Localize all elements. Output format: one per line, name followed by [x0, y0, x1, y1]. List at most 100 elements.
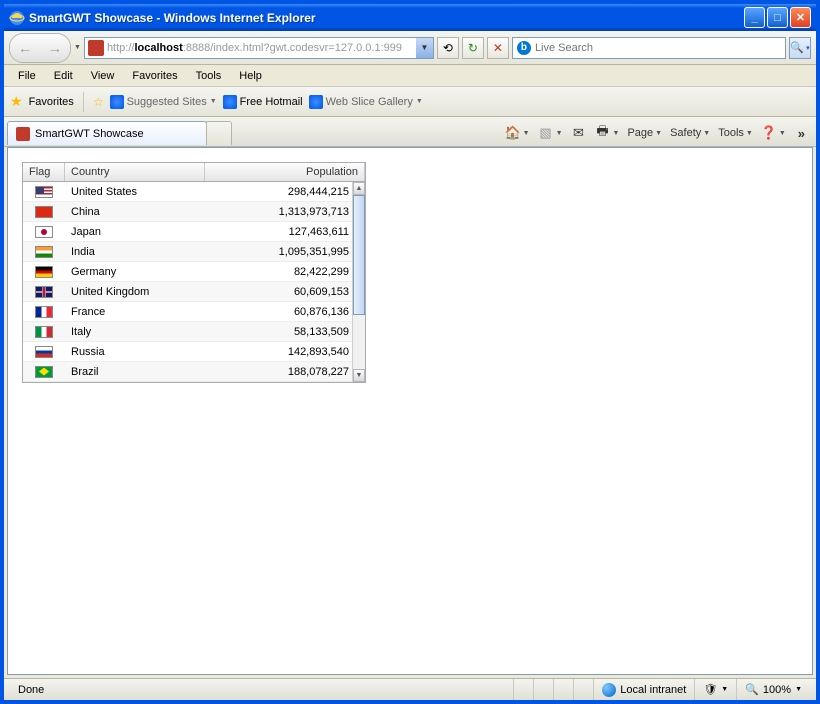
suggested-sites-link[interactable]: Suggested Sites ▼ — [110, 95, 217, 109]
flag-icon — [35, 186, 53, 198]
feeds-button[interactable]: ▧▼ — [538, 125, 563, 141]
table-row[interactable]: United Kingdom60,609,153 — [23, 282, 365, 302]
tools-menu[interactable]: Tools ▼ — [718, 127, 753, 139]
stop-button[interactable]: ✕ — [487, 37, 509, 59]
menu-tools[interactable]: Tools — [188, 68, 230, 84]
cell-population: 58,133,509 — [205, 326, 365, 338]
menu-view[interactable]: View — [83, 68, 123, 84]
cell-population: 60,876,136 — [205, 306, 365, 318]
ie-icon — [9, 10, 25, 26]
menubar: File Edit View Favorites Tools Help — [4, 65, 816, 87]
flag-icon — [35, 246, 53, 258]
zoom-level[interactable]: 🔍100% ▼ — [736, 679, 810, 700]
table-row[interactable]: France60,876,136 — [23, 302, 365, 322]
page-menu[interactable]: Page ▼ — [627, 127, 662, 139]
favorites-star-icon[interactable]: ★ — [10, 93, 23, 110]
search-box[interactable]: b — [512, 37, 786, 59]
cell-flag — [23, 286, 65, 298]
cell-country: India — [65, 246, 205, 258]
add-favorite-icon[interactable]: ☆ — [93, 95, 104, 109]
scroll-track[interactable] — [353, 315, 365, 369]
scroll-thumb[interactable] — [353, 195, 365, 315]
tab-bar: SmartGWT Showcase 🏠▼ ▧▼ ✉ 🖶▼ Page ▼ Safe… — [4, 117, 816, 147]
status-text: Done — [10, 679, 513, 700]
flag-icon — [35, 346, 53, 358]
print-button[interactable]: 🖶▼ — [595, 125, 620, 141]
address-dropdown[interactable]: ▼ — [416, 38, 433, 58]
cell-flag — [23, 306, 65, 318]
cell-population: 188,078,227 — [205, 366, 365, 378]
address-text: http://localhost:8888/index.html?gwt.cod… — [107, 42, 416, 54]
security-zone[interactable]: Local intranet — [593, 679, 694, 700]
maximize-button[interactable]: □ — [767, 7, 788, 28]
cell-country: Brazil — [65, 366, 205, 378]
help-button[interactable]: ❓▼ — [761, 125, 786, 141]
free-hotmail-link[interactable]: Free Hotmail — [223, 95, 303, 109]
tab-favicon — [16, 127, 30, 141]
menu-favorites[interactable]: Favorites — [124, 68, 185, 84]
address-bar[interactable]: http://localhost:8888/index.html?gwt.cod… — [84, 37, 434, 59]
read-mail-button[interactable]: ✉ — [571, 125, 587, 141]
favorites-bar: ★ Favorites ☆ Suggested Sites ▼ Free Hot… — [4, 87, 816, 117]
table-row[interactable]: Italy58,133,509 — [23, 322, 365, 342]
protected-mode[interactable]: 🛡▼ — [694, 679, 736, 700]
cell-flag — [23, 226, 65, 238]
grid-header: Flag Country Population — [23, 163, 365, 182]
nav-toolbar: ← → ▼ http://localhost:8888/index.html?g… — [4, 31, 816, 65]
cell-flag — [23, 326, 65, 338]
back-button[interactable]: ← — [10, 34, 40, 62]
column-header-population[interactable]: Population — [205, 163, 365, 181]
cell-population: 1,095,351,995 — [205, 246, 365, 258]
table-row[interactable]: China1,313,973,713 — [23, 202, 365, 222]
cell-country: Italy — [65, 326, 205, 338]
column-header-country[interactable]: Country — [65, 163, 205, 181]
menu-file[interactable]: File — [10, 68, 44, 84]
table-row[interactable]: Japan127,463,611 — [23, 222, 365, 242]
forward-button[interactable]: → — [40, 34, 70, 62]
data-grid: Flag Country Population United States298… — [22, 162, 366, 383]
nav-history-dropdown[interactable]: ▼ — [74, 44, 81, 51]
table-row[interactable]: Russia142,893,540 — [23, 342, 365, 362]
cell-population: 142,893,540 — [205, 346, 365, 358]
cell-country: Japan — [65, 226, 205, 238]
flag-icon — [35, 306, 53, 318]
search-go-button[interactable]: 🔍▾ — [789, 37, 811, 59]
new-tab-button[interactable] — [206, 121, 232, 145]
grid-body: United States298,444,215China1,313,973,7… — [23, 182, 365, 382]
table-row[interactable]: Germany82,422,299 — [23, 262, 365, 282]
flag-icon — [35, 366, 53, 378]
home-button[interactable]: 🏠▼ — [505, 125, 530, 141]
column-header-flag[interactable]: Flag — [23, 163, 65, 181]
cell-population: 1,313,973,713 — [205, 206, 365, 218]
safety-menu[interactable]: Safety ▼ — [670, 127, 710, 139]
refresh-button[interactable]: ↻ — [462, 37, 484, 59]
status-bar: Done Local intranet 🛡▼ 🔍100% ▼ — [4, 678, 816, 700]
shield-icon: 🛡 — [703, 683, 717, 696]
table-row[interactable]: India1,095,351,995 — [23, 242, 365, 262]
cell-flag — [23, 186, 65, 198]
menu-help[interactable]: Help — [231, 68, 270, 84]
table-row[interactable]: United States298,444,215 — [23, 182, 365, 202]
scroll-down-button[interactable]: ▼ — [353, 369, 365, 382]
overflow-chevron[interactable]: » — [798, 126, 805, 141]
cell-flag — [23, 266, 65, 278]
cell-flag — [23, 366, 65, 378]
grid-scrollbar[interactable]: ▲ ▼ — [352, 182, 365, 382]
cell-country: China — [65, 206, 205, 218]
favorites-label[interactable]: Favorites — [29, 96, 74, 108]
web-slice-gallery-link[interactable]: Web Slice Gallery ▼ — [309, 95, 423, 109]
scroll-up-button[interactable]: ▲ — [353, 182, 365, 195]
zoom-icon: 🔍 — [745, 683, 759, 696]
tab-active[interactable]: SmartGWT Showcase — [7, 121, 207, 145]
close-button[interactable]: ✕ — [790, 7, 811, 28]
minimize-button[interactable]: _ — [744, 7, 765, 28]
menu-edit[interactable]: Edit — [46, 68, 81, 84]
cell-flag — [23, 346, 65, 358]
table-row[interactable]: Brazil188,078,227 — [23, 362, 365, 382]
compat-view-button[interactable]: ⟲ — [437, 37, 459, 59]
cell-flag — [23, 206, 65, 218]
page-content: Flag Country Population United States298… — [7, 147, 813, 675]
flag-icon — [35, 206, 53, 218]
search-input[interactable] — [535, 42, 781, 54]
command-bar: 🏠▼ ▧▼ ✉ 🖶▼ Page ▼ Safety ▼ Tools ▼ ❓▼ » — [505, 125, 813, 141]
